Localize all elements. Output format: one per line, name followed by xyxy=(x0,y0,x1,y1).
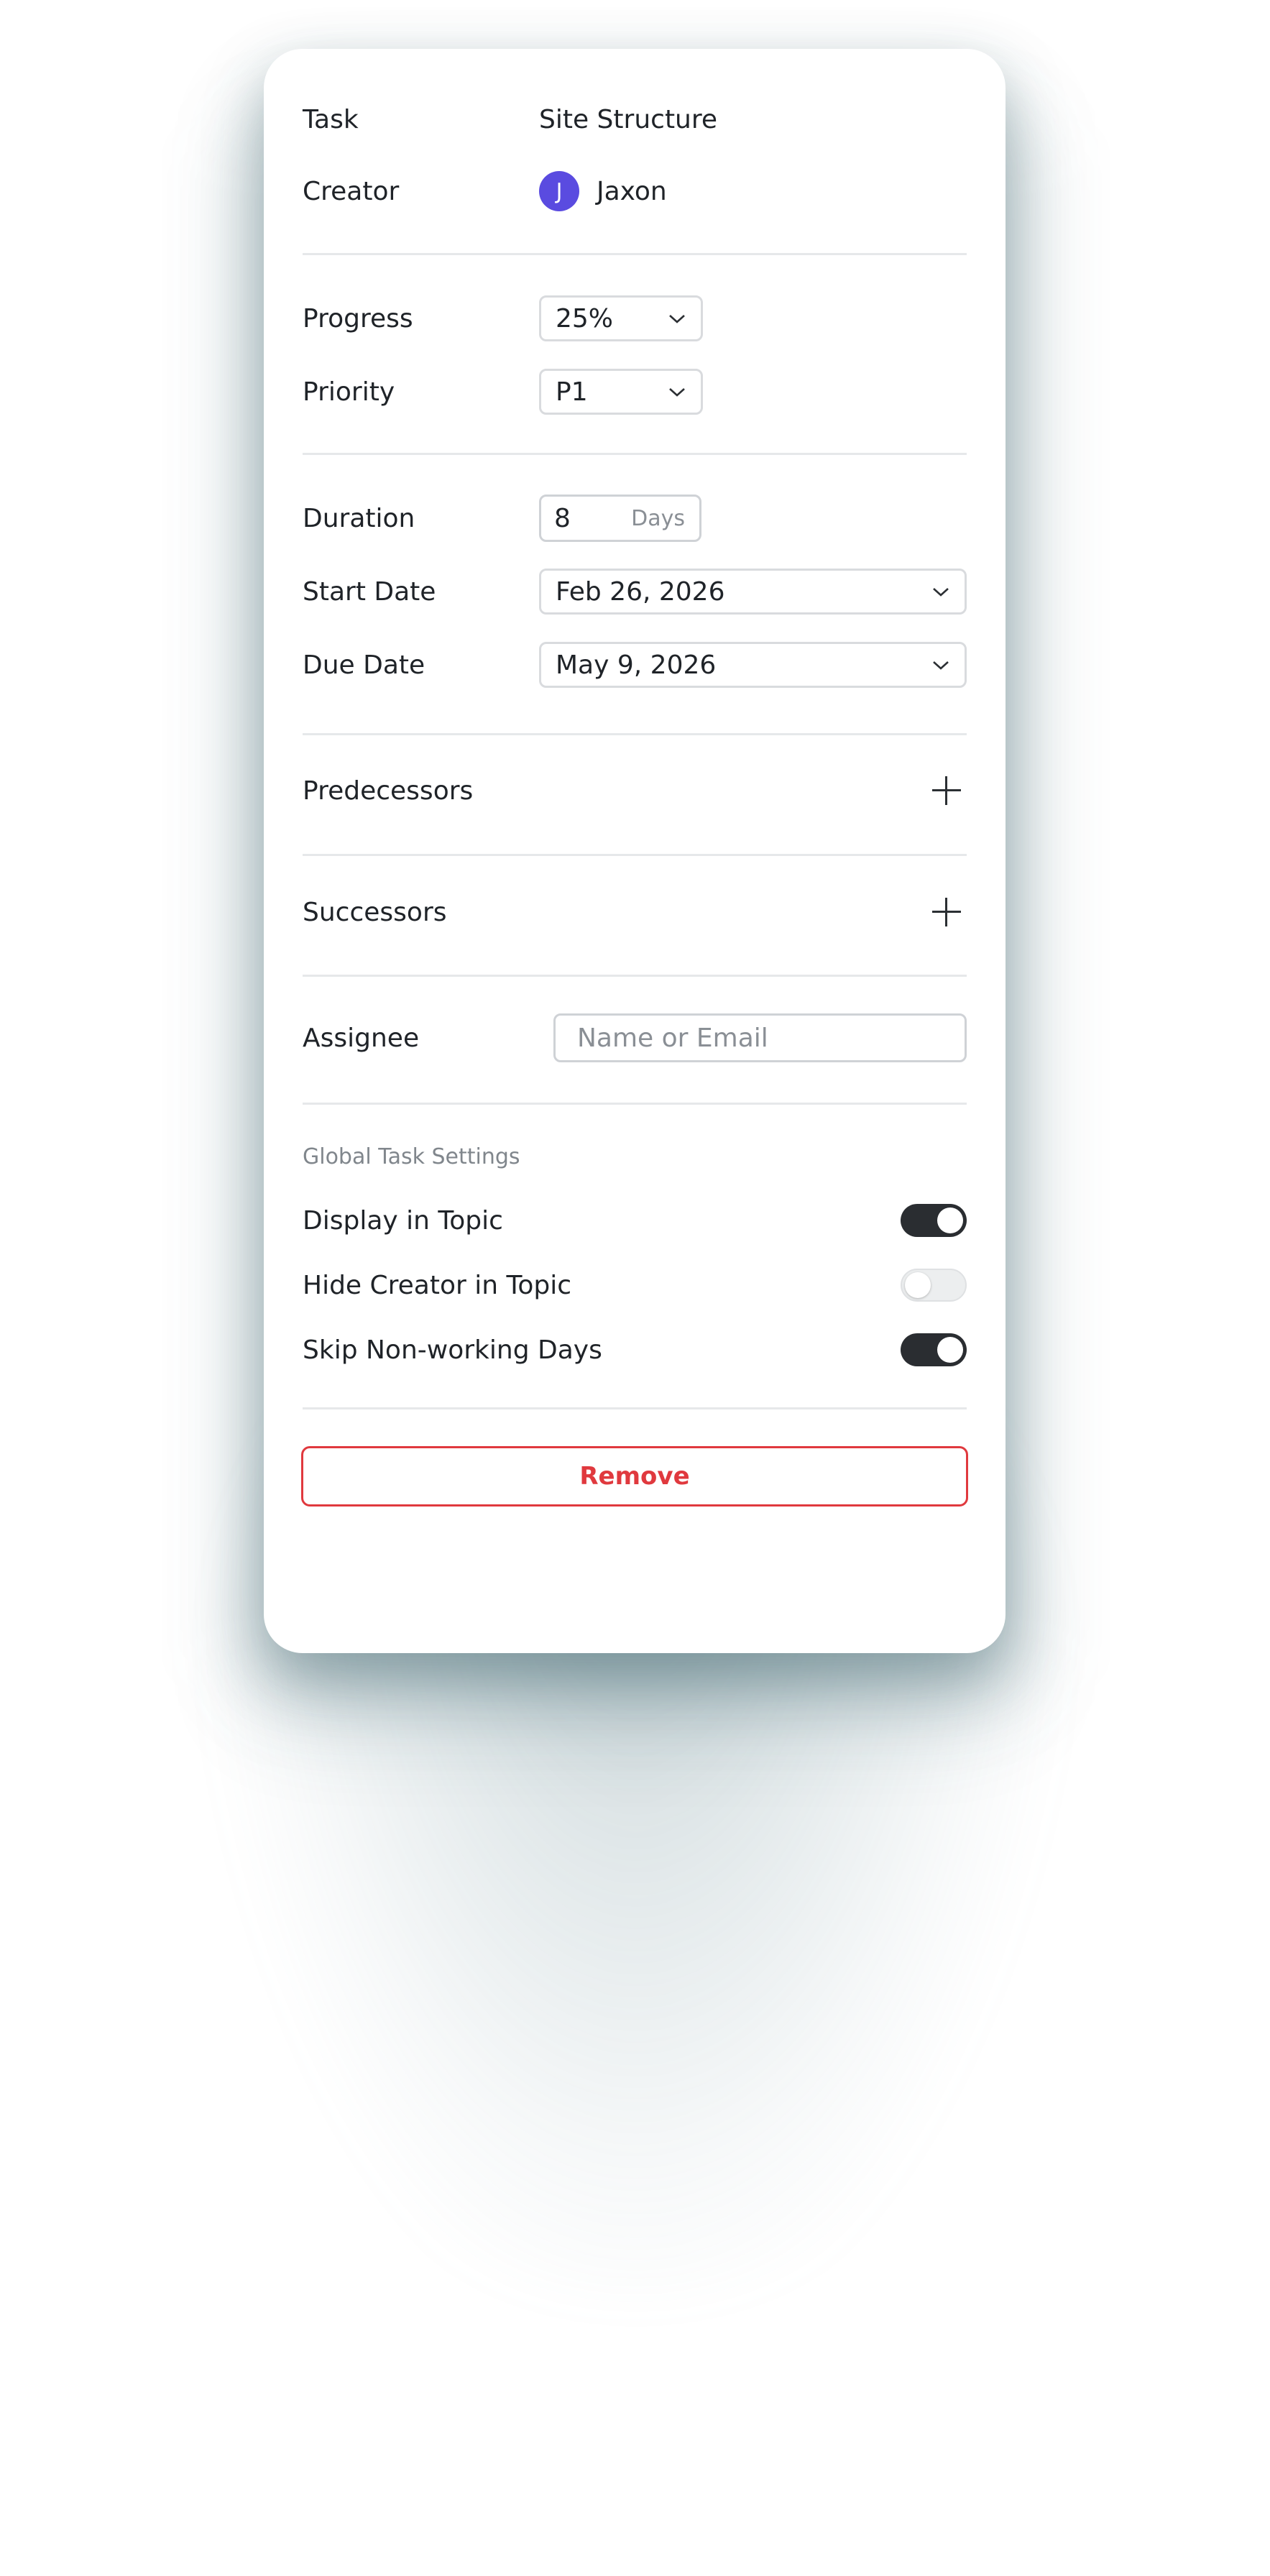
due-date-value: May 9, 2026 xyxy=(556,650,717,680)
assignee-input[interactable] xyxy=(553,1013,967,1062)
task-name[interactable]: Site Structure xyxy=(539,105,717,134)
creator-label: Creator xyxy=(303,176,400,206)
chevron-down-icon xyxy=(933,588,949,597)
global-settings-title: Global Task Settings xyxy=(303,1144,520,1169)
creator-row: Creator J Jaxon xyxy=(303,168,967,214)
priority-label: Priority xyxy=(303,377,395,407)
assignee-label: Assignee xyxy=(303,1023,420,1053)
add-successor-plus-icon[interactable] xyxy=(932,898,961,926)
remove-button[interactable]: Remove xyxy=(301,1446,968,1506)
start-date-value: Feb 26, 2026 xyxy=(556,576,725,607)
divider xyxy=(303,733,967,735)
duration-label: Duration xyxy=(303,503,415,533)
setting-display-in-topic: Display in Topic xyxy=(303,1202,967,1239)
progress-row: Progress 25% xyxy=(303,295,967,342)
task-row: Task Site Structure xyxy=(303,96,967,142)
task-label: Task xyxy=(303,104,359,134)
divider xyxy=(303,1103,967,1105)
successors-row: Successors xyxy=(303,889,967,935)
start-date-row: Start Date Feb 26, 2026 xyxy=(303,568,967,615)
divider xyxy=(303,1407,967,1409)
assignee-row: Assignee xyxy=(303,1013,967,1062)
progress-select[interactable]: 25% xyxy=(539,295,703,341)
hide-creator-toggle[interactable] xyxy=(901,1269,967,1302)
add-predecessor-plus-icon[interactable] xyxy=(932,776,961,805)
setting-label: Skip Non-working Days xyxy=(303,1335,602,1365)
due-date-row: Due Date May 9, 2026 xyxy=(303,641,967,689)
due-date-label: Due Date xyxy=(303,650,425,680)
setting-label: Display in Topic xyxy=(303,1205,503,1236)
successors-label: Successors xyxy=(303,897,447,927)
divider xyxy=(303,854,967,856)
skip-non-working-days-toggle[interactable] xyxy=(901,1333,967,1366)
start-date-select[interactable]: Feb 26, 2026 xyxy=(539,569,967,615)
setting-skip-non-working-days: Skip Non-working Days xyxy=(303,1331,967,1368)
progress-value: 25% xyxy=(556,303,614,334)
creator-avatar: J xyxy=(539,171,579,211)
priority-value: P1 xyxy=(556,377,588,407)
predecessors-label: Predecessors xyxy=(303,776,474,806)
toggle-knob xyxy=(937,1208,963,1233)
divider xyxy=(303,453,967,455)
due-date-select[interactable]: May 9, 2026 xyxy=(539,642,967,688)
setting-hide-creator: Hide Creator in Topic xyxy=(303,1266,967,1304)
start-date-label: Start Date xyxy=(303,576,436,607)
setting-label: Hide Creator in Topic xyxy=(303,1270,572,1300)
toggle-knob xyxy=(937,1337,963,1363)
duration-unit: Days xyxy=(631,505,685,531)
priority-select[interactable]: P1 xyxy=(539,369,703,415)
task-detail-panel: Task Site Structure Creator J Jaxon Prog… xyxy=(264,49,1006,1653)
toggle-knob xyxy=(905,1272,931,1298)
creator-name: Jaxon xyxy=(597,176,667,206)
divider xyxy=(303,975,967,977)
display-in-topic-toggle[interactable] xyxy=(901,1204,967,1237)
chevron-down-icon xyxy=(933,661,949,670)
chevron-down-icon xyxy=(669,388,685,397)
divider xyxy=(303,253,967,255)
progress-label: Progress xyxy=(303,303,413,334)
duration-value: 8 xyxy=(554,503,571,533)
duration-row: Duration 8 Days xyxy=(303,494,967,542)
predecessors-row: Predecessors xyxy=(303,768,967,814)
duration-input[interactable]: 8 Days xyxy=(539,494,701,542)
chevron-down-icon xyxy=(669,315,685,323)
priority-row: Priority P1 xyxy=(303,368,967,415)
